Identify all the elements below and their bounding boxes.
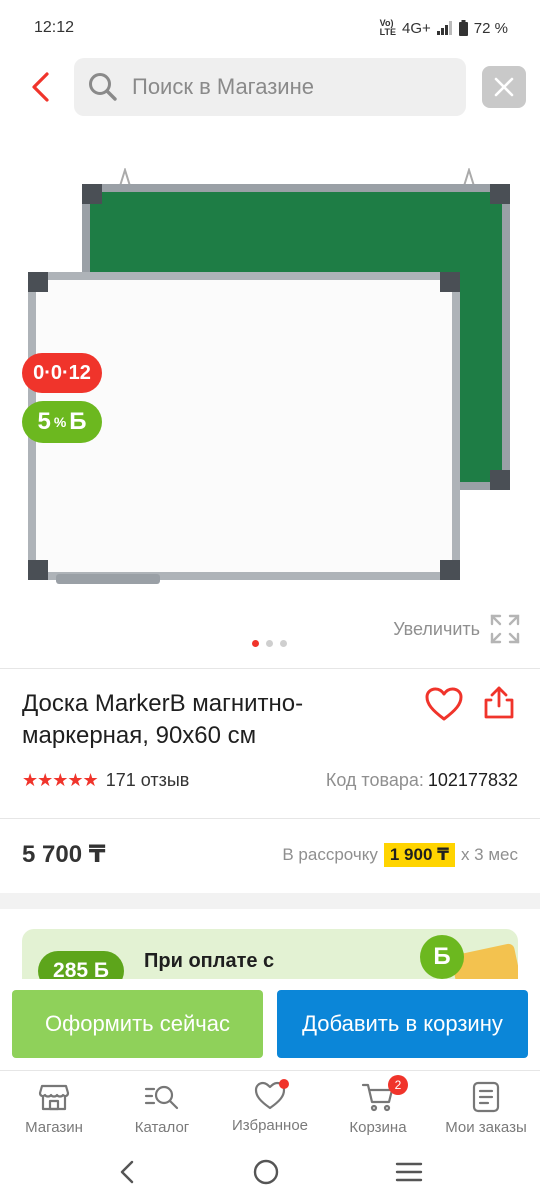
favorite-button[interactable] xyxy=(424,686,466,726)
rating-stars: ★★★★★ xyxy=(22,770,99,790)
add-to-cart-button[interactable]: Добавить в корзину xyxy=(277,990,528,1058)
board-corner xyxy=(490,470,510,490)
network-type: 4G+ xyxy=(402,19,431,37)
search-placeholder: Поиск в Магазине xyxy=(132,74,314,99)
nav-back-button[interactable] xyxy=(117,1159,137,1190)
product-title: Доска MarkerB магнитно-маркерная, 90x60 … xyxy=(22,690,304,749)
timer-badge: 0·0·12 xyxy=(22,353,102,393)
installment-info[interactable]: В рассрочку 1 900 ₸ х 3 мес xyxy=(282,842,518,867)
purchase-actions: Оформить сейчас Добавить в корзину xyxy=(0,979,540,1069)
cart-count-badge: 2 xyxy=(388,1075,408,1095)
divider xyxy=(0,668,540,669)
tab-orders[interactable]: Мои заказы xyxy=(432,1071,540,1148)
installment-amount: 1 900 ₸ xyxy=(383,842,455,867)
tab-favorites[interactable]: Избранное xyxy=(216,1071,324,1148)
pagination-dot[interactable] xyxy=(252,640,259,647)
search-input[interactable]: Поиск в Магазине xyxy=(74,58,466,116)
bonus-badge: 5% Б xyxy=(22,401,102,443)
tab-store[interactable]: Магазин xyxy=(0,1071,108,1148)
price-row: 5 700 ₸ В рассрочку 1 900 ₸ х 3 мес xyxy=(22,840,518,869)
store-icon xyxy=(38,1084,70,1111)
status-indicators: Vo) LTE 4G+ 72 % xyxy=(380,19,508,37)
battery-icon xyxy=(458,20,468,36)
share-icon xyxy=(484,686,514,719)
system-nav-bar xyxy=(0,1148,540,1200)
bonus-coin-icon: Б xyxy=(420,935,464,979)
board-corner xyxy=(28,560,48,580)
pagination-dot[interactable] xyxy=(266,640,273,647)
reviews-link[interactable]: 171 отзыв xyxy=(106,770,190,791)
board-corner xyxy=(440,560,460,580)
pagination-dot[interactable] xyxy=(280,640,287,647)
board-corner xyxy=(440,272,460,292)
status-bar: 12:12 Vo) LTE 4G+ 72 % xyxy=(0,0,540,56)
bonus-amount-badge: 285 Б xyxy=(38,951,124,979)
battery-level: 72 % xyxy=(473,19,508,37)
product-price: 5 700 ₸ xyxy=(22,841,106,868)
expand-icon xyxy=(490,614,520,644)
share-button[interactable] xyxy=(482,686,520,726)
chevron-left-icon xyxy=(32,72,49,102)
product-gallery[interactable]: 0·0·12 5% Б Увеличить xyxy=(0,118,540,668)
signal-icon xyxy=(436,21,452,35)
menu-lines-icon xyxy=(395,1162,422,1181)
volte-indicator: Vo) LTE xyxy=(379,18,397,37)
back-button[interactable] xyxy=(22,68,58,106)
bonus-promo-card[interactable]: 285 Б При оплате с Kaspi Gold Б xyxy=(22,929,518,979)
product-code: Код товара: 102177832 xyxy=(325,770,518,790)
tab-catalog[interactable]: Каталог xyxy=(108,1071,216,1148)
section-separator xyxy=(0,893,540,909)
marker-tray xyxy=(56,574,160,584)
tab-cart[interactable]: 2 Корзина xyxy=(324,1071,432,1148)
board-corner xyxy=(490,184,510,204)
gallery-pagination xyxy=(252,640,287,647)
search-header: Поиск в Магазине xyxy=(0,58,540,116)
rating-row: ★★★★★ 171 отзыв Код товара: 102177832 xyxy=(22,770,518,791)
zoom-button[interactable]: Увеличить xyxy=(393,614,520,644)
divider xyxy=(0,818,540,819)
search-icon xyxy=(89,73,117,101)
nav-recents-button[interactable] xyxy=(395,1161,423,1188)
favorites-dot xyxy=(279,1079,289,1089)
checkout-now-button[interactable]: Оформить сейчас xyxy=(12,990,263,1058)
board-corner xyxy=(82,184,102,204)
orders-icon xyxy=(472,1081,500,1113)
close-button[interactable] xyxy=(482,66,526,108)
promo-text: При оплате с Kaspi Gold xyxy=(144,950,275,979)
board-corner xyxy=(28,272,48,292)
zoom-label: Увеличить xyxy=(393,618,480,639)
nav-home-button[interactable] xyxy=(252,1158,280,1191)
heart-icon xyxy=(425,687,463,721)
bottom-tab-bar: Магазин Каталог Избранное 2 Корзина Мои … xyxy=(0,1070,540,1148)
status-time: 12:12 xyxy=(34,19,75,36)
catalog-search-icon xyxy=(144,1085,179,1110)
close-icon xyxy=(494,77,514,97)
chevron-left-icon xyxy=(121,1160,134,1183)
home-circle-icon xyxy=(253,1159,279,1184)
